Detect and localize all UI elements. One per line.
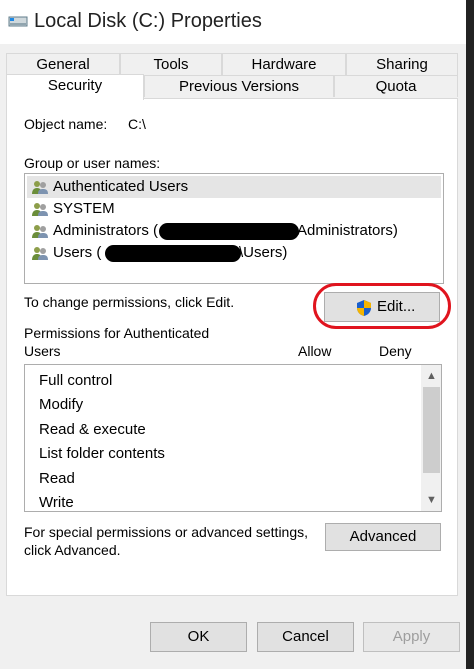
- list-item-system[interactable]: SYSTEM: [27, 198, 441, 220]
- drive-icon: [8, 16, 28, 27]
- users-group-icon: [32, 203, 48, 216]
- special-permissions-line1: For special permissions or advanced sett…: [24, 524, 309, 540]
- tab-hardware[interactable]: Hardware: [222, 53, 346, 75]
- permissions-for-line2: Users: [24, 343, 61, 359]
- tab-sharing[interactable]: Sharing: [346, 53, 458, 75]
- user-name: SYSTEM: [53, 200, 115, 217]
- user-name-suffix: Administrators): [297, 222, 398, 239]
- user-name: Authenticated Users: [53, 178, 189, 195]
- tab-general[interactable]: General: [6, 53, 120, 75]
- list-item: Read & execute: [39, 421, 146, 438]
- list-item: List folder contents: [39, 445, 165, 462]
- allow-column-header: Allow: [298, 343, 332, 359]
- tab-quota[interactable]: Quota: [334, 75, 458, 97]
- ok-button[interactable]: OK: [150, 622, 247, 652]
- users-group-icon: [32, 247, 48, 260]
- permissions-scrollbar[interactable]: ▲ ▼: [421, 365, 441, 511]
- advanced-button[interactable]: Advanced: [325, 523, 441, 551]
- user-name-suffix: \Users): [239, 244, 288, 261]
- list-item-authenticated-users[interactable]: Authenticated Users: [27, 176, 441, 198]
- users-group-icon: [32, 225, 48, 238]
- tab-previous-versions[interactable]: Previous Versions: [144, 75, 334, 97]
- list-item-users[interactable]: Users ( \Users): [27, 242, 441, 264]
- list-item: Read: [39, 470, 75, 487]
- change-permissions-text: To change permissions, click Edit.: [24, 294, 235, 310]
- list-item: Modify: [39, 396, 84, 413]
- group-user-label: Group or user names:: [24, 155, 161, 171]
- special-permissions-line2: click Advanced.: [24, 542, 121, 558]
- object-name-label: Object name:: [24, 116, 108, 132]
- scroll-down-icon[interactable]: ▼: [422, 491, 441, 509]
- red-highlight-annotation: [313, 283, 451, 329]
- background-edge: [466, 0, 474, 669]
- users-group-icon: [32, 181, 48, 194]
- window-title: Local Disk (C:) Properties: [34, 10, 262, 32]
- apply-button[interactable]: Apply: [363, 622, 460, 652]
- redaction-mark: [105, 245, 241, 262]
- list-item: Full control: [39, 372, 113, 389]
- permissions-list[interactable]: Full control Modify Read & execute List …: [24, 364, 442, 512]
- list-item: Write: [39, 494, 74, 511]
- scroll-thumb[interactable]: [423, 387, 440, 473]
- permissions-for-line1: Permissions for Authenticated: [24, 325, 210, 341]
- tab-tools[interactable]: Tools: [120, 53, 222, 75]
- cancel-button[interactable]: Cancel: [257, 622, 354, 652]
- object-name-value: C:\: [128, 116, 146, 132]
- title-bar: Local Disk (C:) Properties: [0, 0, 474, 44]
- user-name-prefix: Users (: [53, 244, 102, 261]
- user-name-prefix: Administrators (: [53, 222, 159, 239]
- scroll-up-icon[interactable]: ▲: [422, 367, 441, 385]
- user-list[interactable]: Authenticated Users SYSTEM Administrator…: [24, 173, 444, 284]
- redaction-mark: [159, 223, 299, 240]
- list-item-administrators[interactable]: Administrators ( Administrators): [27, 220, 441, 242]
- tab-security[interactable]: Security: [6, 74, 144, 100]
- deny-column-header: Deny: [379, 343, 412, 359]
